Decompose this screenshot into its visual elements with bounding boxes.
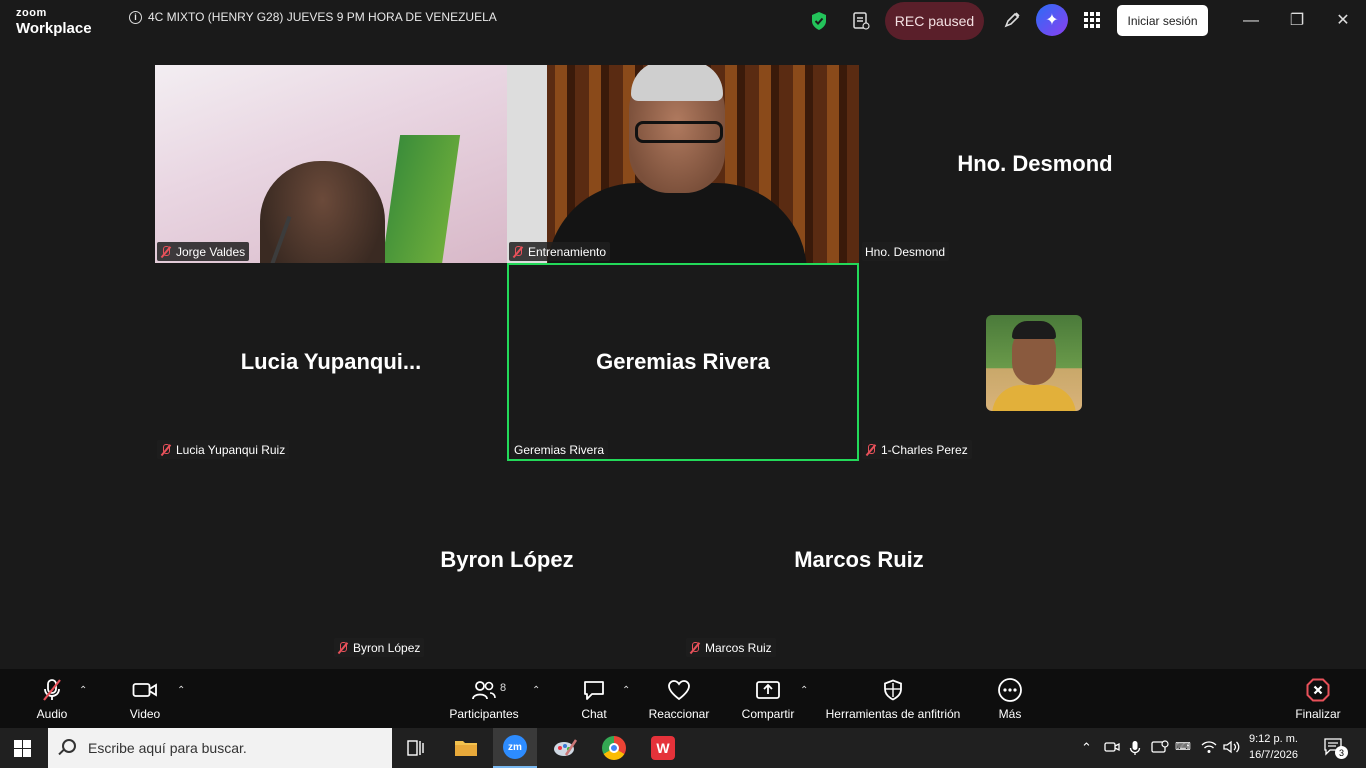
zoom-logo: zoom Workplace bbox=[16, 7, 92, 37]
windows-taskbar: Escribe aquí para buscar. zm W ⌃ ⌨ 9:12 … bbox=[0, 728, 1366, 768]
participants-options-caret-icon[interactable]: ⌃ bbox=[532, 685, 540, 696]
participant-name-tag: Hno. Desmond bbox=[862, 242, 950, 261]
participant-tile[interactable]: Lucia Yupanqui... Lucia Yupanqui Ruiz bbox=[155, 263, 507, 461]
ai-companion-icon[interactable]: ✦ bbox=[1036, 4, 1068, 36]
participant-name-tag: 1-Charles Perez bbox=[862, 440, 972, 459]
chat-button[interactable]: Chat bbox=[574, 669, 614, 728]
audio-button[interactable]: Audio bbox=[30, 669, 74, 728]
video-gallery: Jorge Valdes Entrenamiento Hno. Desmond … bbox=[0, 44, 1366, 669]
participant-tile[interactable]: Byron López Byron López bbox=[331, 461, 683, 659]
minimize-icon[interactable]: — bbox=[1242, 12, 1260, 30]
shield-check-icon[interactable] bbox=[810, 11, 828, 31]
screen-capture-tray-icon[interactable] bbox=[1151, 740, 1169, 757]
participant-tile[interactable]: Hno. Desmond Hno. Desmond bbox=[859, 65, 1211, 263]
more-dots-icon bbox=[997, 677, 1023, 703]
end-icon bbox=[1306, 677, 1330, 703]
info-icon[interactable]: i bbox=[129, 10, 142, 24]
mic-muted-icon bbox=[160, 443, 172, 456]
wps-office-icon[interactable]: W bbox=[641, 728, 685, 768]
participant-tile-active-speaker[interactable]: Geremias Rivera Geremias Rivera bbox=[507, 263, 859, 461]
participant-display-name: Lucia Yupanqui... bbox=[240, 349, 422, 374]
share-button[interactable]: Compartir bbox=[738, 669, 798, 728]
video-button[interactable]: Video bbox=[124, 669, 166, 728]
chat-options-caret-icon[interactable]: ⌃ bbox=[622, 685, 630, 696]
wifi-icon[interactable] bbox=[1201, 740, 1217, 757]
participants-count: 8 bbox=[500, 682, 507, 694]
mic-muted-icon bbox=[160, 245, 172, 258]
mic-muted-icon bbox=[865, 443, 877, 456]
search-icon bbox=[62, 739, 76, 753]
restore-icon[interactable]: ❐ bbox=[1288, 12, 1306, 30]
participant-display-name: Hno. Desmond bbox=[957, 151, 1113, 176]
host-shield-icon bbox=[882, 677, 904, 703]
participant-tile[interactable]: Marcos Ruiz Marcos Ruiz bbox=[683, 461, 1035, 659]
zoom-app-icon[interactable]: zm bbox=[493, 728, 537, 768]
participant-name-tag: Byron López bbox=[334, 638, 425, 657]
participant-name-tag: Entrenamiento bbox=[509, 242, 611, 261]
volume-icon[interactable] bbox=[1223, 740, 1241, 757]
participant-tile[interactable]: 1-Charles Perez bbox=[859, 263, 1211, 461]
participant-display-name: Byron López bbox=[440, 547, 574, 572]
camera-tray-icon[interactable] bbox=[1104, 740, 1120, 757]
more-button[interactable]: Más bbox=[990, 669, 1030, 728]
windows-start-icon[interactable] bbox=[14, 740, 31, 757]
apps-grid-icon[interactable] bbox=[1084, 12, 1100, 28]
host-tools-button[interactable]: Herramientas de anfitrión bbox=[822, 669, 964, 728]
participant-name-tag: Jorge Valdes bbox=[157, 242, 250, 261]
sign-in-button[interactable]: Iniciar sesión bbox=[1117, 5, 1208, 36]
mic-muted-icon bbox=[512, 245, 524, 258]
chat-icon bbox=[582, 677, 606, 703]
chrome-icon[interactable] bbox=[592, 728, 636, 768]
pen-icon[interactable] bbox=[1002, 10, 1022, 30]
participant-name-tag: Marcos Ruiz bbox=[686, 638, 776, 657]
audio-options-caret-icon[interactable]: ⌃ bbox=[79, 685, 87, 696]
share-screen-icon bbox=[755, 677, 781, 703]
mic-muted-icon bbox=[689, 641, 701, 654]
end-meeting-button[interactable]: Finalizar bbox=[1292, 669, 1344, 728]
avatar bbox=[986, 315, 1082, 411]
taskbar-clock[interactable]: 9:12 p. m. 16/7/2026 bbox=[1249, 731, 1298, 763]
file-explorer-icon[interactable] bbox=[444, 728, 488, 768]
notification-center-icon[interactable]: 3 bbox=[1324, 738, 1348, 759]
share-options-caret-icon[interactable]: ⌃ bbox=[800, 685, 808, 696]
participant-tile[interactable]: Entrenamiento bbox=[507, 65, 859, 263]
meeting-controls: Audio ⌃ Video ⌃ Participantes 8 ⌃ Chat ⌃… bbox=[0, 669, 1366, 728]
title-bar: zoom Workplace i 4C MIXTO (HENRY G28) JU… bbox=[0, 0, 1366, 44]
notification-count-badge: 3 bbox=[1335, 746, 1348, 759]
paint-app-icon[interactable] bbox=[543, 728, 587, 768]
task-view-icon[interactable] bbox=[394, 728, 438, 768]
heart-icon bbox=[667, 677, 691, 703]
participant-display-name: Marcos Ruiz bbox=[794, 547, 924, 572]
participants-button[interactable]: Participantes bbox=[448, 669, 520, 728]
input-method-icon[interactable]: ⌨ bbox=[1175, 740, 1191, 753]
participants-icon bbox=[471, 677, 497, 703]
taskbar-search-input[interactable]: Escribe aquí para buscar. bbox=[48, 728, 392, 768]
microphone-tray-icon[interactable] bbox=[1129, 740, 1141, 759]
video-camera-icon bbox=[132, 677, 158, 703]
mic-muted-icon bbox=[41, 677, 63, 703]
participant-tile[interactable]: Jorge Valdes bbox=[155, 65, 507, 263]
show-hidden-icons-icon[interactable]: ⌃ bbox=[1081, 740, 1092, 756]
close-icon[interactable]: ✕ bbox=[1334, 12, 1352, 30]
react-button[interactable]: Reaccionar bbox=[646, 669, 712, 728]
rec-paused-button[interactable]: REC paused bbox=[885, 2, 984, 40]
document-icon[interactable] bbox=[852, 11, 870, 31]
meeting-title[interactable]: i 4C MIXTO (HENRY G28) JUEVES 9 PM HORA … bbox=[129, 10, 497, 24]
video-options-caret-icon[interactable]: ⌃ bbox=[177, 685, 185, 696]
participant-name-tag: Lucia Yupanqui Ruiz bbox=[157, 440, 290, 459]
participant-name-tag: Geremias Rivera bbox=[511, 440, 609, 459]
mic-muted-icon bbox=[337, 641, 349, 654]
participant-display-name: Geremias Rivera bbox=[596, 349, 770, 374]
